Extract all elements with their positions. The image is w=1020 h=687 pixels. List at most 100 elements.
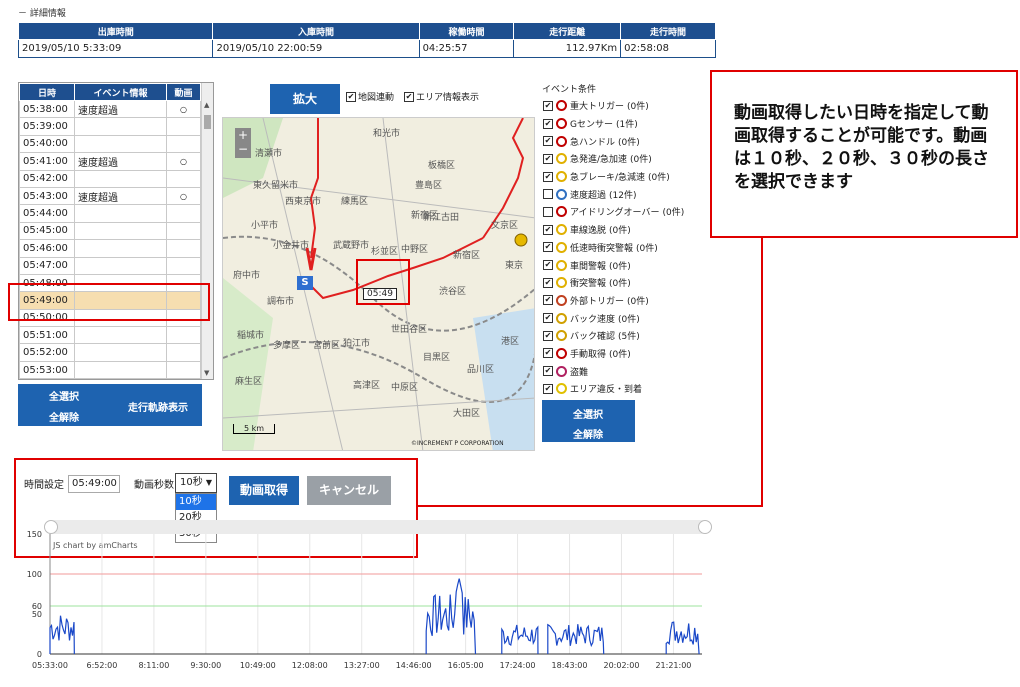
event-video[interactable]: [166, 239, 201, 258]
condition-item[interactable]: ✔ バック確認 (5件): [543, 327, 684, 345]
map-place-label: 宮前区: [313, 341, 341, 351]
condition-label: 急発進/急加速: [570, 155, 628, 166]
condition-label: 衝突警報: [570, 279, 607, 290]
show-track-button[interactable]: 走行軌跡表示: [128, 399, 188, 414]
event-video[interactable]: [166, 134, 201, 154]
y-tick-label: 100: [27, 570, 42, 579]
dropdown-arrow-icon: ▼: [205, 478, 212, 487]
condition-item[interactable]: 速度超過 (12件): [543, 185, 684, 203]
area-pin-icon[interactable]: [514, 233, 528, 247]
event-video[interactable]: [166, 326, 201, 345]
event-row[interactable]: 05:51:00: [19, 326, 201, 345]
condition-count: (0件): [627, 296, 649, 307]
get-video-button[interactable]: 動画取得: [229, 476, 299, 505]
event-row[interactable]: 05:41:00 速度超過 ○: [19, 152, 201, 171]
event-row[interactable]: 05:53:00: [19, 360, 201, 379]
event-row[interactable]: 05:42:00: [19, 169, 201, 188]
condition-item[interactable]: ✔ 急発進/急加速 (0件): [543, 150, 684, 168]
event-select-all-button[interactable]: 全選択: [49, 388, 79, 403]
detail-value: 2019/05/10 5:33:09: [17, 39, 214, 58]
checkbox-checked-icon: ✔: [346, 91, 356, 102]
area-info-checkbox[interactable]: ✔ エリア情報表示: [404, 90, 479, 103]
event-video[interactable]: [166, 360, 201, 379]
time-setting-input[interactable]: 05:49:00: [68, 475, 120, 493]
condition-item[interactable]: ✔ 急ブレーキ/急減速 (0件): [543, 168, 684, 186]
zoom-out-button[interactable]: −: [235, 142, 251, 156]
condition-item[interactable]: ✔ 低速時衝突警報 (0件): [543, 239, 684, 257]
event-row[interactable]: 05:39:00: [19, 117, 201, 136]
condition-count: (0件): [609, 261, 631, 272]
cancel-button[interactable]: キャンセル: [307, 476, 391, 505]
map-place-label: 中原区: [391, 383, 419, 393]
event-row[interactable]: 05:38:00 速度超過 ○: [19, 99, 201, 119]
event-video[interactable]: [166, 169, 201, 188]
event-row[interactable]: 05:45:00: [19, 221, 201, 241]
map-sync-checkbox[interactable]: ✔ 地図連動: [346, 90, 394, 103]
checkbox-checked-icon[interactable]: ✔: [543, 348, 553, 359]
scroll-up-icon[interactable]: ▲: [204, 101, 209, 109]
detail-section-label[interactable]: － 詳細情報: [18, 6, 66, 19]
checkbox-empty-icon[interactable]: [543, 189, 553, 200]
condition-item[interactable]: ✔ エリア違反・到着: [543, 380, 684, 398]
checkbox-checked-icon[interactable]: ✔: [543, 313, 553, 324]
condition-item[interactable]: ✔ Gセンサー (1件): [543, 115, 684, 133]
map-place-label: 清瀬市: [255, 149, 283, 159]
event-row[interactable]: 05:44:00: [19, 204, 201, 223]
condition-count: (0件): [636, 243, 658, 254]
condition-item[interactable]: ✔ 手動取得 (0件): [543, 345, 684, 363]
expand-map-button[interactable]: 拡大: [270, 84, 340, 114]
checkbox-checked-icon[interactable]: ✔: [543, 171, 553, 182]
video-seconds-select[interactable]: 10秒 ▼: [175, 473, 217, 493]
checkbox-checked-icon[interactable]: ✔: [543, 100, 553, 111]
event-video[interactable]: [166, 256, 201, 275]
checkbox-checked-icon[interactable]: ✔: [543, 330, 553, 341]
event-row[interactable]: 05:43:00 速度超過 ○: [19, 186, 201, 206]
event-video[interactable]: [166, 343, 201, 362]
event-row[interactable]: 05:52:00: [19, 343, 201, 362]
zoom-in-button[interactable]: +: [235, 128, 251, 142]
scroll-down-icon[interactable]: ▼: [204, 369, 209, 377]
event-row[interactable]: 05:47:00: [19, 256, 201, 275]
conditions-clear-all-button[interactable]: 全解除: [573, 426, 603, 441]
scroll-thumb[interactable]: [204, 115, 211, 129]
checkbox-checked-icon[interactable]: ✔: [543, 295, 553, 306]
checkbox-checked-icon[interactable]: ✔: [543, 242, 553, 253]
checkbox-checked-icon[interactable]: ✔: [543, 366, 553, 377]
checkbox-empty-icon[interactable]: [543, 206, 553, 217]
condition-item[interactable]: ✔ 急ハンドル (0件): [543, 132, 684, 150]
event-video[interactable]: [166, 204, 201, 223]
y-tick-label: 150: [27, 530, 42, 539]
condition-item[interactable]: ✔ バック速度 (0件): [543, 309, 684, 327]
start-marker[interactable]: S: [297, 276, 313, 290]
map-place-label: 品川区: [467, 365, 495, 375]
checkbox-checked-icon[interactable]: ✔: [543, 118, 553, 129]
condition-item[interactable]: アイドリングオーバー (0件): [543, 203, 684, 221]
event-video[interactable]: [166, 117, 201, 136]
event-video[interactable]: [166, 221, 201, 241]
checkbox-checked-icon[interactable]: ✔: [543, 136, 553, 147]
conditions-select-all-button[interactable]: 全選択: [573, 406, 603, 421]
condition-item[interactable]: ✔ 外部トリガー (0件): [543, 292, 684, 310]
checkbox-checked-icon[interactable]: ✔: [543, 153, 553, 164]
condition-item[interactable]: ✔ 重大トリガー (0件): [543, 97, 684, 115]
map-place-label: 高津区: [353, 381, 381, 391]
condition-item[interactable]: ✔ 車間警報 (0件): [543, 256, 684, 274]
condition-item[interactable]: ✔ 衝突警報 (0件): [543, 274, 684, 292]
map-place-label: 文京区: [491, 221, 519, 231]
checkbox-checked-icon[interactable]: ✔: [543, 260, 553, 271]
event-clear-all-button[interactable]: 全解除: [49, 409, 79, 424]
condition-item[interactable]: ✔ 車線逸脱 (0件): [543, 221, 684, 239]
condition-count: (1件): [615, 120, 638, 131]
event-video[interactable]: ○: [166, 152, 201, 171]
checkbox-checked-icon[interactable]: ✔: [543, 224, 553, 235]
event-video[interactable]: ○: [166, 99, 201, 119]
event-type: 速度超過: [74, 152, 167, 171]
event-list-scrollbar[interactable]: ▲ ▼: [201, 83, 213, 379]
checkbox-checked-icon[interactable]: ✔: [543, 383, 553, 394]
video-seconds-option[interactable]: 10秒: [176, 494, 216, 510]
checkbox-checked-icon[interactable]: ✔: [543, 277, 553, 288]
event-row[interactable]: 05:40:00: [19, 134, 201, 154]
event-row[interactable]: 05:46:00: [19, 239, 201, 258]
event-video[interactable]: ○: [166, 186, 201, 206]
condition-item[interactable]: ✔ 盗難: [543, 362, 684, 380]
